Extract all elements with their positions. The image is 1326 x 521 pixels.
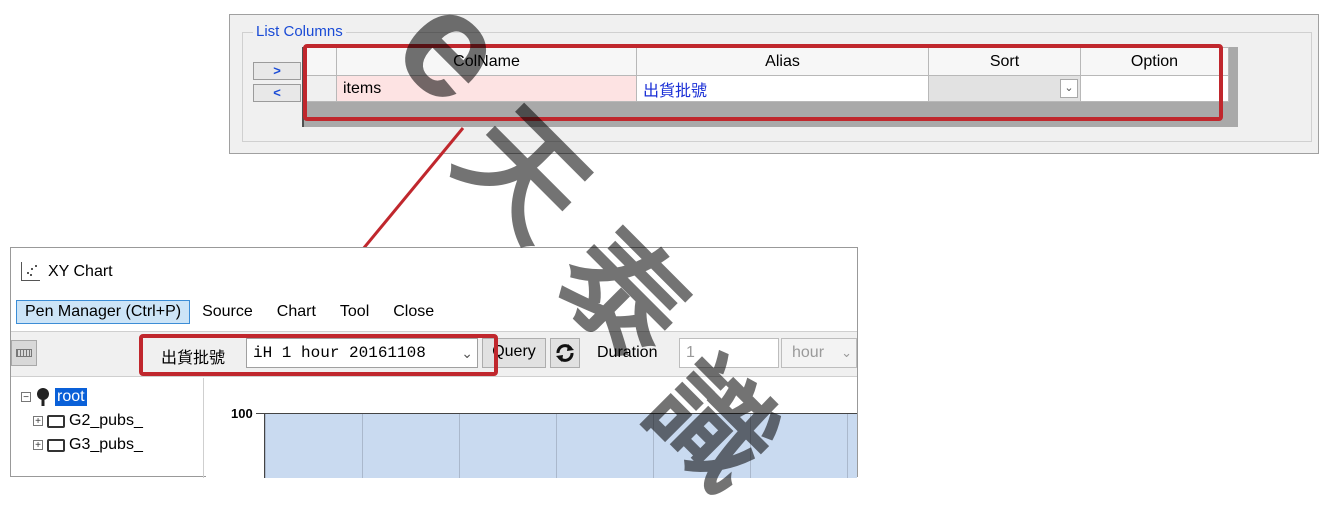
tree-node[interactable]: + G3_pubs_ (33, 436, 143, 454)
expand-icon[interactable]: + (33, 416, 43, 427)
xy-chart-window: XY Chart Pen Manager (Ctrl+P) Source Cha… (10, 247, 858, 478)
duration-input[interactable]: 1 (679, 338, 779, 368)
menu-pen-manager[interactable]: Pen Manager (Ctrl+P) (16, 300, 191, 324)
tree-icon (37, 388, 49, 406)
menu-source[interactable]: Source (190, 300, 265, 324)
folder-icon (47, 414, 65, 428)
window-title: XY Chart (48, 262, 113, 280)
plot-area[interactable] (264, 413, 857, 478)
menu-bar: Pen Manager (Ctrl+P) Source Chart Tool C… (16, 298, 446, 326)
duration-unit-select[interactable]: hour ⌄ (781, 338, 857, 368)
expand-icon[interactable]: + (33, 440, 43, 451)
tree-node-label: G2_pubs_ (69, 412, 143, 429)
refresh-button[interactable] (550, 338, 580, 368)
collapse-icon[interactable]: − (21, 392, 31, 403)
y-tick-mark (256, 413, 264, 414)
tree-node-root[interactable]: − root (21, 388, 87, 406)
menu-close[interactable]: Close (381, 300, 446, 324)
window-title-bar: XY Chart (21, 262, 113, 281)
pen-tree: − root + G2_pubs_ + G3_pubs_ (11, 378, 204, 478)
highlight-box-toolbar (139, 334, 498, 376)
keyboard-icon[interactable] (11, 340, 37, 366)
duration-label: Duration (597, 344, 658, 361)
menu-tool[interactable]: Tool (328, 300, 381, 324)
y-tick-label: 100 (231, 406, 253, 421)
menu-chart[interactable]: Chart (265, 300, 328, 324)
root-label: root (55, 388, 87, 406)
tree-node-label: G3_pubs_ (69, 436, 143, 453)
duration-unit-value: hour (792, 344, 825, 361)
xy-chart-icon (21, 262, 40, 281)
tree-node[interactable]: + G2_pubs_ (33, 412, 143, 430)
chevron-down-icon: ⌄ (841, 345, 852, 360)
folder-icon (47, 438, 65, 452)
refresh-icon (556, 344, 574, 362)
chart-area[interactable]: 100 (206, 378, 857, 478)
